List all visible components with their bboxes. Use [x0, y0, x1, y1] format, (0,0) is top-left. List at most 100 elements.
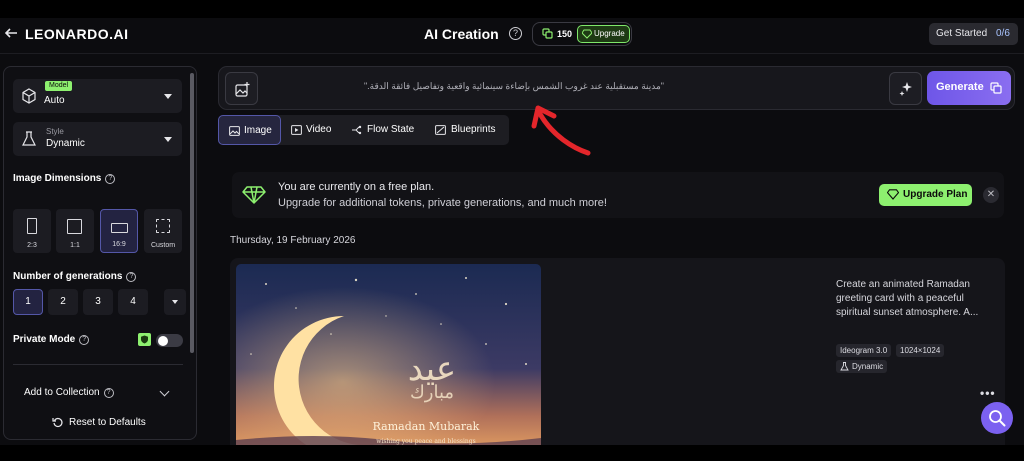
model-select[interactable]: Model Auto	[13, 79, 182, 113]
creation-mode-tabs: Image Video Flow State Blueprints	[218, 115, 509, 145]
tab-video[interactable]: Video	[282, 115, 340, 145]
tab-image[interactable]: Image	[218, 115, 281, 145]
upgrade-plan-label: Upgrade Plan	[903, 189, 968, 200]
diamond-icon	[242, 186, 266, 204]
private-mode-toggle[interactable]	[156, 334, 183, 347]
token-icon	[990, 82, 1002, 94]
help-icon[interactable]: ?	[509, 27, 522, 40]
image-dimensions-heading: Image Dimensions?	[13, 173, 116, 184]
upgrade-label: Upgrade	[594, 29, 625, 38]
divider	[13, 364, 183, 365]
tab-blueprints[interactable]: Blueprints	[426, 115, 508, 145]
image-dimensions-label: Image Dimensions	[13, 173, 102, 184]
video-icon	[291, 125, 302, 135]
tab-label: Image	[244, 125, 272, 136]
settings-sidebar: Model Auto Style Dynamic Image Dimension…	[3, 66, 197, 440]
dimension-2-3-button[interactable]: 2:3	[13, 209, 51, 253]
generations-2-button[interactable]: 2	[48, 289, 78, 315]
get-started-label: Get Started	[936, 28, 988, 39]
dimension-label: 16:9	[112, 241, 126, 248]
add-to-collection-row[interactable]: Add to Collection?	[24, 387, 114, 398]
generations-heading: Number of generations?	[13, 271, 137, 282]
size-chip: 1024×1024	[896, 344, 945, 357]
chevron-down-icon	[164, 94, 172, 99]
tab-flow-state[interactable]: Flow State	[342, 115, 424, 145]
search-fab-button[interactable]	[981, 402, 1013, 434]
dimension-custom-button[interactable]: Custom	[144, 209, 182, 253]
get-started-button[interactable]: Get Started 0/6	[929, 23, 1018, 45]
annotation-arrow-icon	[531, 105, 591, 156]
token-count: 150	[557, 29, 573, 39]
svg-text:مبارك: مبارك	[410, 382, 454, 403]
token-balance[interactable]: 150 Upgrade	[532, 22, 632, 46]
logo[interactable]: LEONARDO.AI	[25, 26, 129, 42]
chevron-down-icon	[164, 137, 172, 142]
generation-prompt: Create an animated Ramadan greeting card…	[836, 279, 979, 318]
portrait-shape-icon	[27, 218, 37, 234]
dimension-1-1-button[interactable]: 1:1	[56, 209, 94, 253]
image-icon	[229, 126, 240, 136]
shield-icon	[138, 333, 151, 346]
generation-card: عيد مبارك Ramadan Mubarak wishing you pe…	[230, 258, 1005, 445]
generations-1-button[interactable]: 1	[13, 289, 43, 315]
upgrade-button[interactable]: Upgrade	[577, 25, 630, 43]
free-plan-banner: You are currently on a free plan. Upgrad…	[232, 172, 1004, 218]
sidebar-scrollbar[interactable]	[190, 73, 194, 353]
top-bar: LEONARDO.AI AI Creation ? 150 Upgrade Ge…	[0, 18, 1024, 54]
page-title: AI Creation	[424, 26, 499, 42]
image-subtitle: wishing you peace and blessings	[376, 438, 475, 445]
generate-button[interactable]: Generate	[927, 71, 1011, 105]
upgrade-plan-button[interactable]: Upgrade Plan	[879, 184, 972, 206]
model-chip: Ideogram 3.0	[836, 344, 892, 357]
tab-label: Blueprints	[451, 124, 496, 135]
generations-3-button[interactable]: 3	[83, 289, 113, 315]
flask-icon	[22, 131, 36, 146]
help-icon[interactable]: ?	[105, 174, 116, 184]
banner-message: Upgrade for additional tokens, private g…	[278, 197, 607, 209]
tab-label: Video	[306, 124, 332, 135]
help-icon[interactable]: ?	[103, 388, 114, 398]
style-chip: Dynamic	[836, 360, 888, 373]
diamond-icon	[887, 189, 899, 200]
blueprint-icon	[435, 125, 446, 135]
prompt-input[interactable]: "مدينة مستقبلية عند غروب الشمس بإضاءة سي…	[264, 81, 664, 92]
style-label: Style	[46, 127, 64, 136]
toggle-knob	[158, 335, 168, 346]
prompt-enhance-button[interactable]	[889, 72, 922, 105]
model-value: Auto	[44, 95, 65, 106]
generations-more-button[interactable]	[164, 289, 186, 315]
image-upload-button[interactable]	[225, 72, 258, 105]
image-title: Ramadan Mubarak	[373, 420, 480, 433]
chevron-down-icon[interactable]	[159, 386, 170, 397]
custom-shape-icon	[156, 219, 170, 233]
generations-label: Number of generations	[13, 271, 123, 282]
token-icon	[542, 28, 553, 39]
model-badge: Model	[45, 81, 73, 91]
dimension-label: 2:3	[27, 242, 37, 249]
close-icon[interactable]: ✕	[983, 187, 999, 203]
dimension-label: Custom	[150, 242, 176, 249]
banner-title: You are currently on a free plan.	[278, 181, 435, 193]
reset-icon	[52, 417, 63, 428]
style-chip-label: Dynamic	[852, 362, 884, 371]
generate-label: Generate	[936, 81, 984, 93]
generations-4-button[interactable]: 4	[118, 289, 148, 315]
help-icon[interactable]: ?	[126, 272, 137, 282]
add-image-icon	[235, 82, 250, 97]
flask-icon	[840, 362, 849, 371]
back-arrow-icon[interactable]	[4, 26, 18, 40]
landscape-shape-icon	[111, 223, 128, 233]
add-to-collection-label: Add to Collection	[24, 387, 100, 398]
prompt-bar: "مدينة مستقبلية عند غروب الشمس بإضاءة سي…	[218, 66, 1015, 110]
reset-label: Reset to Defaults	[69, 417, 146, 428]
help-icon[interactable]: ?	[79, 335, 90, 345]
generated-image[interactable]: عيد مبارك Ramadan Mubarak wishing you pe…	[236, 264, 541, 445]
dimension-label: 1:1	[70, 242, 80, 249]
square-shape-icon	[67, 219, 82, 234]
private-mode-label: Private Mode	[13, 334, 76, 345]
more-options-icon[interactable]: •••	[980, 386, 996, 400]
dimension-16-9-button[interactable]: 16:9	[100, 209, 138, 253]
tab-label: Flow State	[367, 124, 415, 135]
style-value: Dynamic	[46, 138, 85, 149]
style-select[interactable]: Style Dynamic	[13, 122, 182, 156]
